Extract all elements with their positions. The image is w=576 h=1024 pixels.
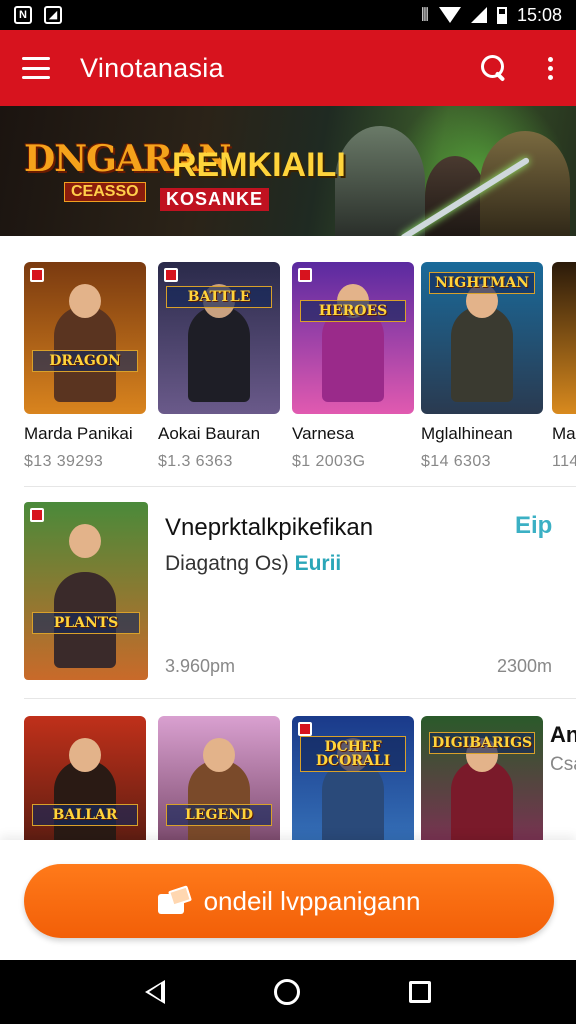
game-art-figure — [188, 306, 250, 402]
banner-hero — [335, 126, 425, 236]
clock: 15:08 — [516, 4, 562, 25]
game-title: Mglalhinean — [421, 424, 513, 443]
featured-subtitle: Diagatng Os) Eurii — [165, 552, 341, 576]
game-art-figure — [322, 760, 384, 840]
game-tile[interactable]: DCHEF DCORALI — [292, 716, 414, 840]
primary-cta-button[interactable]: ondeil lvppanigann — [24, 864, 554, 938]
game-title: Mar — [552, 424, 576, 443]
game-art-title: NIGHTMAN — [429, 272, 535, 294]
featured-thumbnail: PLANTS — [24, 502, 148, 680]
system-nav-bar — [0, 960, 576, 1024]
game-art-figure — [54, 760, 116, 840]
game-title: Marda Panikai — [24, 424, 133, 443]
back-icon[interactable] — [144, 980, 165, 1004]
more-vert-icon[interactable] — [548, 56, 554, 80]
game-thumbnail: DIGIBARIGS — [421, 716, 543, 840]
game-thumbnail: BALLAR — [24, 716, 146, 840]
store-badge-icon — [298, 268, 312, 282]
featured-subtitle-accent: Eurii — [294, 552, 342, 575]
cta-label: ondeil lvppanigann — [203, 885, 421, 916]
featured-subtitle-main: Diagatng Os) — [165, 552, 289, 575]
notification-icon: N — [14, 6, 32, 24]
divider — [24, 698, 576, 699]
game-art-title: DRAGON — [32, 350, 138, 372]
game-art-figure — [188, 760, 250, 840]
store-badge-icon — [30, 268, 44, 282]
featured-title: Vneprktalkpikefikan — [165, 514, 374, 541]
vibrate-icon: ⦀ — [421, 4, 429, 25]
game-tile[interactable]: Mar 114 — [552, 262, 576, 471]
signal-icon — [470, 7, 487, 23]
game-art-figure — [69, 524, 101, 558]
cta-container: ondeil lvppanigann — [0, 840, 576, 960]
game-tile[interactable]: HEROES Varnesa $1 2003G — [292, 262, 414, 471]
game-tile[interactable]: NIGHTMAN Mglalhinean $14 6303 — [421, 262, 543, 471]
game-price: $13 39293 — [24, 453, 104, 470]
game-art-figure — [69, 284, 101, 318]
game-thumbnail: HEROES — [292, 262, 414, 414]
game-thumbnail — [552, 262, 576, 414]
app-bar: Vinotanasia — [0, 30, 576, 106]
game-title: Aokai Bauran — [158, 424, 261, 443]
store-badge-icon — [298, 722, 312, 736]
game-art-figure — [451, 760, 513, 840]
banner-logo-sub: CEASSO — [64, 182, 146, 202]
app-title: Vinotanasia — [80, 52, 224, 83]
game-price: 114 — [552, 453, 576, 470]
game-tile[interactable]: LEGEND — [158, 716, 280, 840]
divider — [24, 486, 576, 487]
banner-tag: KOSANKE — [160, 188, 270, 211]
battery-icon — [496, 6, 507, 24]
wifi-icon — [438, 7, 461, 23]
game-thumbnail: DCHEF DCORALI — [292, 716, 414, 840]
game-tile[interactable]: DIGIBARIGS — [421, 716, 543, 840]
game-price: $1.3 6363 — [158, 453, 233, 470]
game-thumbnail: NIGHTMAN — [421, 262, 543, 414]
game-thumbnail: LEGEND — [158, 716, 280, 840]
game-thumbnail: BATTLE — [158, 262, 280, 414]
game-art-figure — [203, 738, 235, 772]
game-art-title: LEGEND — [166, 804, 272, 826]
game-title: Varnesa — [292, 424, 355, 443]
game-row: DRAGON Marda Panikai $13 39293 BATTLE Ao… — [24, 262, 576, 492]
featured-game[interactable]: PLANTS Vneprktalkpikefikan Diagatng Os) … — [24, 502, 576, 682]
store-badge-icon — [30, 508, 44, 522]
game-art-figure — [451, 306, 513, 402]
game-thumbnail: DRAGON — [24, 262, 146, 414]
hamburger-icon[interactable] — [22, 57, 50, 79]
cart-icon — [157, 888, 188, 914]
game-tile[interactable]: BATTLE Aokai Bauran $1.3 6363 — [158, 262, 280, 471]
game-art-title: DIGIBARIGS — [429, 732, 535, 754]
game-row: BALLAR LEGEND DCHEF DCORALI DIGIBARIGS — [24, 716, 544, 840]
game-tile[interactable]: BALLAR — [24, 716, 146, 840]
game-title: An — [550, 722, 576, 747]
featured-meta-right: 2300m — [497, 656, 553, 676]
recents-icon[interactable] — [409, 981, 432, 1003]
game-tile[interactable]: DRAGON Marda Panikai $13 39293 — [24, 262, 146, 471]
game-art-title: HEROES — [300, 300, 406, 322]
game-subtitle: Csa — [550, 754, 576, 775]
game-art-title: DCHEF DCORALI — [300, 736, 406, 772]
game-art-title: PLANTS — [32, 612, 140, 634]
game-art-figure — [69, 738, 101, 772]
home-icon[interactable] — [273, 979, 300, 1005]
game-art-title: BATTLE — [166, 286, 272, 308]
game-art-title: BALLAR — [32, 804, 138, 826]
banner-headline: REMKIAILI — [172, 146, 346, 184]
status-bar: N ◢ ⦀ 15:08 — [0, 0, 576, 30]
app-icon: ◢ — [44, 6, 62, 24]
featured-meta-left: 3.960pm — [165, 656, 236, 676]
search-icon[interactable] — [480, 54, 508, 82]
store-badge-icon — [164, 268, 178, 282]
game-price: $1 2003G — [292, 453, 366, 470]
game-price: $14 6303 — [421, 453, 491, 470]
promo-banner[interactable]: DNGARAN CEASSO REMKIAILI KOSANKE — [0, 106, 576, 236]
banner-hero — [425, 156, 485, 236]
featured-action-link[interactable]: Eip — [515, 512, 552, 540]
